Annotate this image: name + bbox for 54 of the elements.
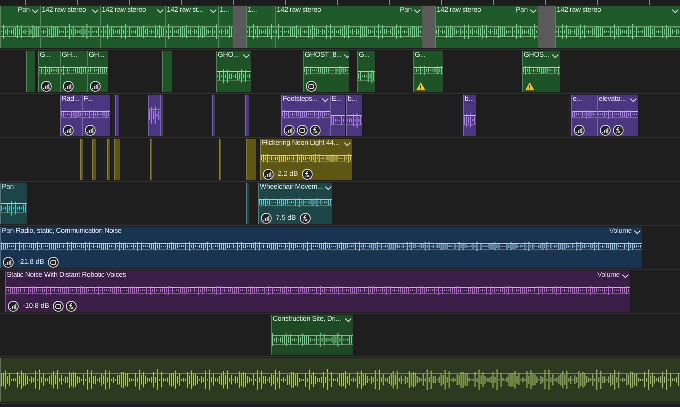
chevron-icon[interactable] — [322, 98, 329, 102]
loop-icon[interactable] — [297, 124, 308, 136]
chevron-icon[interactable] — [630, 98, 637, 102]
volume-meter-icon[interactable] — [85, 124, 96, 136]
chevron-icon[interactable] — [157, 8, 164, 14]
volume-meter-icon[interactable] — [574, 124, 585, 136]
effects-icon[interactable] — [66, 300, 78, 312]
chevron-icon[interactable] — [414, 8, 421, 14]
volume-meter-icon[interactable] — [3, 256, 14, 268]
audio-clip[interactable] — [26, 51, 35, 92]
chevron-icon[interactable] — [210, 8, 217, 14]
volume-meter-icon[interactable] — [263, 168, 274, 180]
audio-clip[interactable] — [92, 139, 96, 180]
effects-icon[interactable] — [310, 124, 321, 136]
volume-meter-icon[interactable] — [261, 212, 272, 224]
effects-icon[interactable] — [613, 124, 624, 136]
chevron-icon[interactable] — [530, 8, 537, 14]
chevron-icon[interactable] — [344, 142, 351, 146]
chevron-icon[interactable] — [32, 8, 39, 14]
chevron-icon[interactable] — [672, 8, 679, 14]
volume-meter-icon[interactable] — [284, 124, 295, 136]
volume-meter-icon[interactable] — [63, 80, 74, 92]
chevron-icon[interactable] — [622, 274, 629, 278]
chevron-icon[interactable] — [552, 54, 559, 58]
loop-icon[interactable] — [48, 256, 60, 268]
chevron-icon[interactable] — [345, 318, 352, 322]
audio-clip[interactable] — [160, 95, 163, 136]
audio-clip[interactable] — [245, 95, 249, 136]
clip-gap — [422, 6, 435, 48]
audio-clip[interactable] — [148, 95, 160, 136]
audio-clip[interactable] — [162, 51, 172, 92]
chevron-icon[interactable] — [92, 8, 99, 14]
effects-icon[interactable] — [302, 168, 314, 180]
audio-clip[interactable] — [212, 95, 215, 136]
loop-icon[interactable] — [53, 300, 64, 312]
chevron-icon[interactable] — [344, 54, 349, 58]
volume-meter-icon[interactable] — [41, 80, 52, 92]
volume-meter-icon[interactable] — [600, 124, 611, 136]
clip-gap — [538, 6, 555, 48]
audio-clip[interactable] — [246, 183, 249, 224]
audio-clip[interactable] — [114, 139, 120, 180]
volume-meter-icon[interactable] — [63, 124, 74, 136]
chevron-icon[interactable] — [324, 186, 332, 190]
audio-clip[interactable] — [80, 139, 83, 180]
audio-clip[interactable] — [107, 139, 110, 180]
volume-meter-icon[interactable] — [90, 80, 101, 92]
loop-icon[interactable] — [306, 80, 317, 92]
chevron-icon[interactable] — [243, 54, 250, 58]
audio-clip[interactable] — [115, 95, 119, 136]
effects-icon[interactable] — [300, 212, 312, 224]
chevron-icon[interactable] — [634, 230, 641, 234]
volume-meter-icon[interactable] — [8, 300, 19, 312]
audio-clip[interactable] — [246, 139, 256, 180]
clip-gap — [233, 6, 246, 48]
